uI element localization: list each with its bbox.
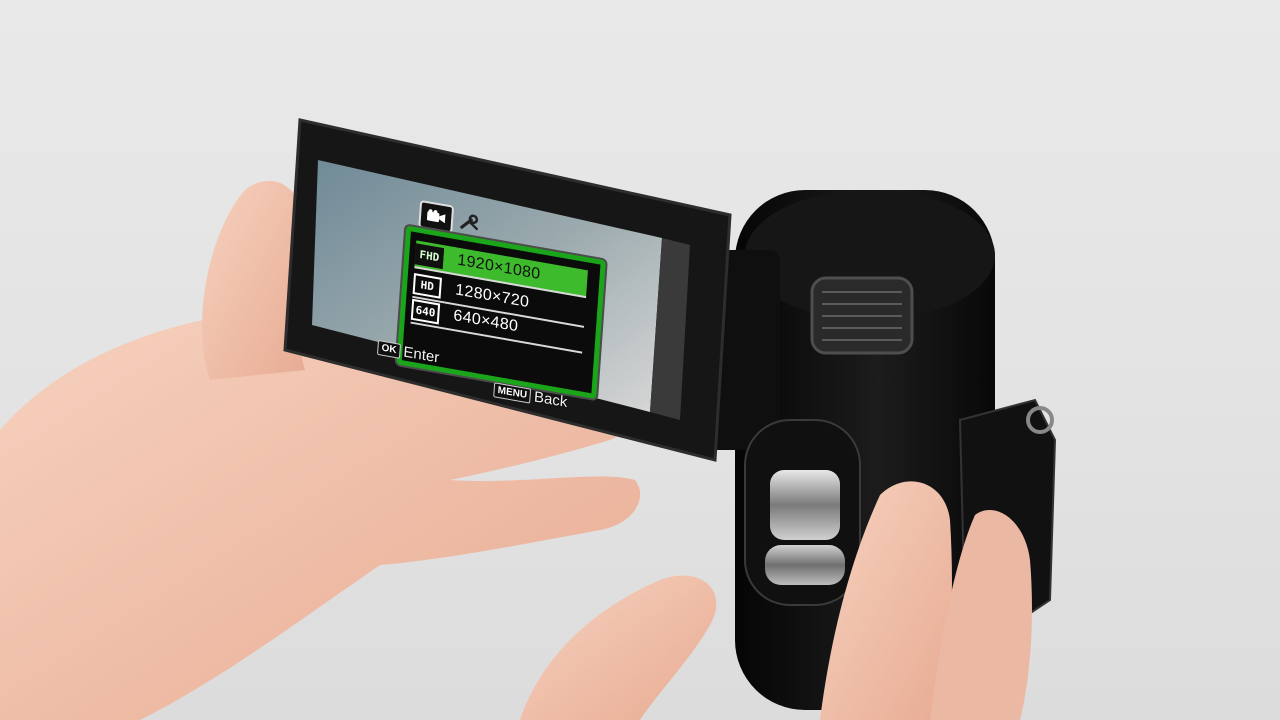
wrench-icon[interactable] [454,208,486,237]
hd-badge: HD [412,272,443,299]
ok-key: OK [376,339,401,359]
vga-badge: 640 [410,298,441,324]
resolution-menu: FHD 1920×1080 HD 1280×720 640 640×480 [396,225,606,400]
fhd-badge: FHD [414,242,445,269]
